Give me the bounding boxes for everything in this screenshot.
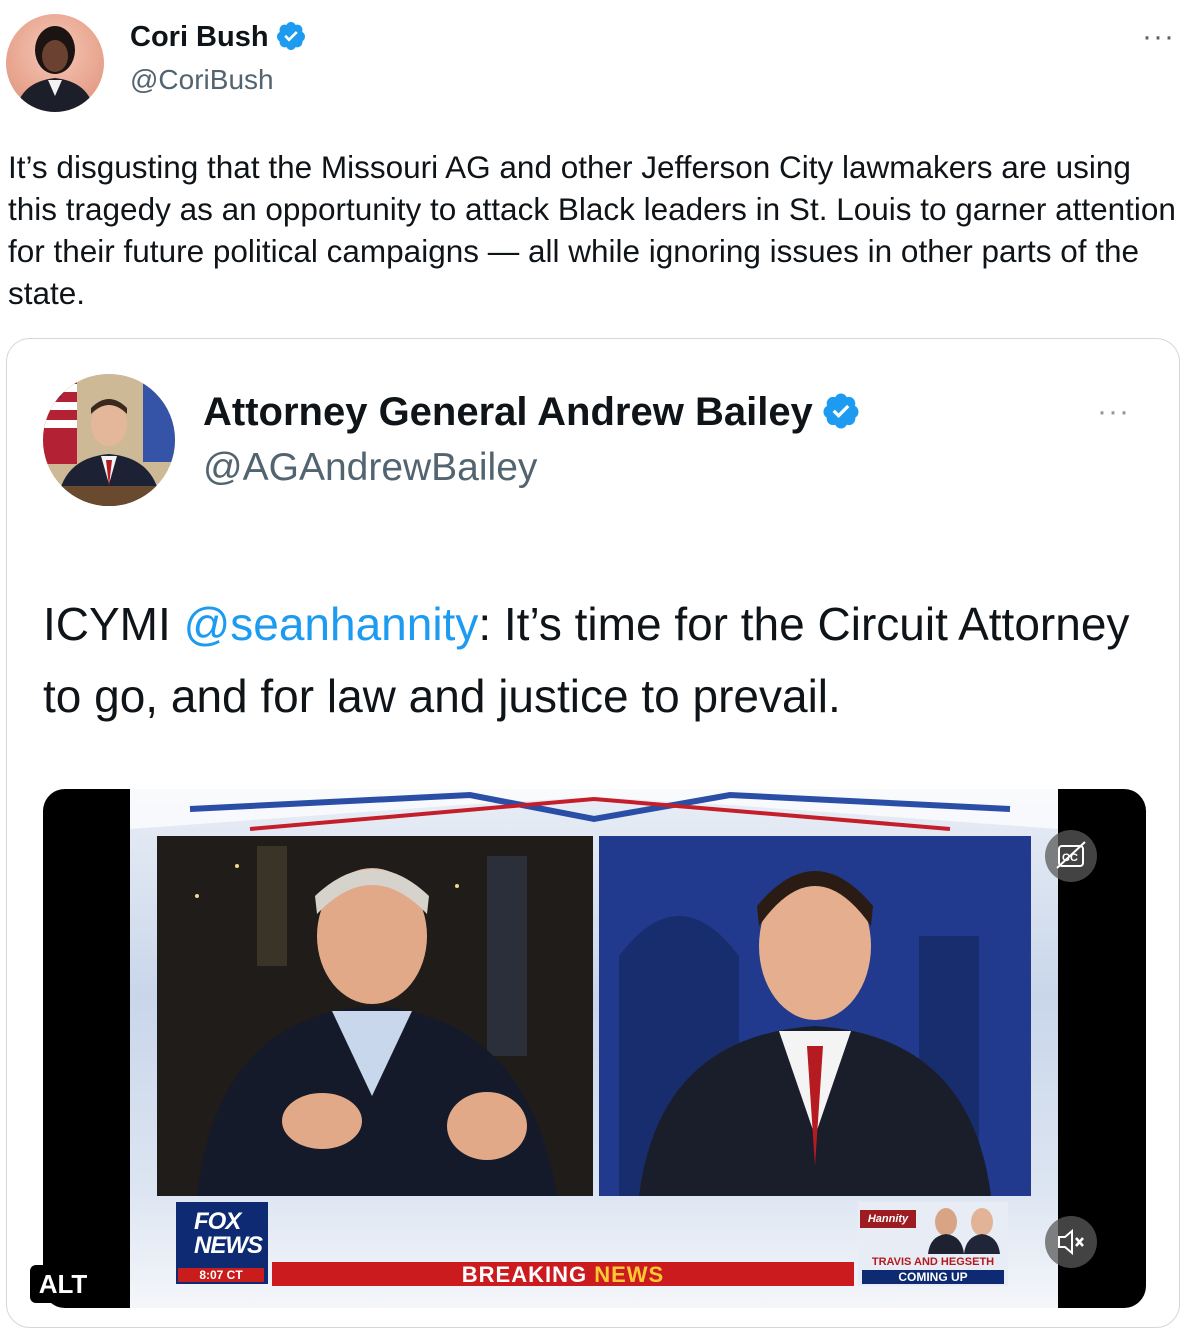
avatar-portrait-icon: [16, 26, 94, 112]
quoted-tweet-text: ICYMI @seanhannity: It’s time for the Ci…: [43, 588, 1163, 732]
quoted-more-options-button[interactable]: ···: [1097, 395, 1130, 429]
verified-badge-icon: [823, 393, 859, 429]
captions-button[interactable]: CC: [1045, 830, 1097, 882]
quoted-author-name-text[interactable]: Attorney General Andrew Bailey: [203, 390, 813, 434]
author-name-text[interactable]: Cori Bush: [130, 21, 269, 53]
breaking-news-banner: BREAKING NEWS: [272, 1262, 854, 1287]
guest-figure: [599, 836, 1031, 1196]
quoted-author-avatar[interactable]: [43, 374, 175, 506]
author-avatar[interactable]: [6, 14, 104, 112]
more-options-button[interactable]: ···: [1142, 20, 1175, 54]
promo-faces: [928, 1208, 1000, 1254]
mute-toggle-button[interactable]: [1045, 1216, 1097, 1268]
volume-muted-icon: [1058, 1228, 1084, 1256]
host-figure: [157, 836, 593, 1196]
tweet-text: It’s disgusting that the Missouri AG and…: [8, 149, 1176, 311]
banner-word-news: NEWS: [594, 1262, 665, 1287]
coming-up-promo: Hannity TRAVIS AND HEGSETH COMING UP: [858, 1202, 1008, 1286]
quoted-author-name[interactable]: Attorney General Andrew Bailey: [203, 390, 861, 435]
author-name[interactable]: Cori Bush: [130, 20, 307, 54]
host-video-panel: [157, 836, 593, 1196]
guest-video-panel: [599, 836, 1031, 1196]
promo-show-logo: Hannity: [860, 1210, 916, 1228]
banner-word-breaking: BREAKING: [461, 1262, 588, 1287]
promo-line2: COMING UP: [862, 1270, 1004, 1284]
promo-line1: TRAVIS AND HEGSETH: [871, 1256, 995, 1268]
fox-news-logo: FOX NEWS 8:07 CT: [176, 1202, 268, 1284]
mention-link[interactable]: @seanhannity: [184, 598, 479, 650]
fox-logo-line2: NEWS: [194, 1232, 263, 1259]
captions-icon: CC: [1056, 841, 1086, 869]
author-handle[interactable]: @CoriBush: [130, 64, 274, 96]
broadcast-time: 8:07 CT: [178, 1268, 264, 1282]
alt-text-button[interactable]: ALT: [30, 1265, 96, 1303]
avatar-portrait-icon: [43, 374, 175, 506]
quoted-text-prefix: ICYMI: [43, 598, 184, 650]
quoted-author-handle[interactable]: @AGAndrewBailey: [203, 446, 537, 490]
verified-badge-icon: [276, 22, 305, 50]
